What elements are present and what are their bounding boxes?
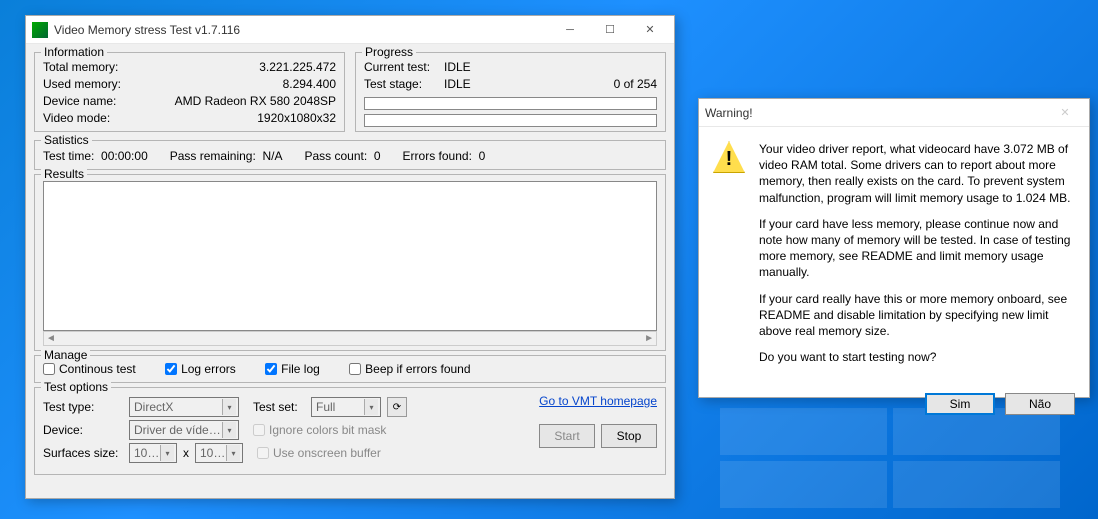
statistics-group: Satistics Test time: 00:00:00 Pass remai… xyxy=(34,140,666,170)
dialog-text: Your video driver report, what videocard… xyxy=(759,141,1075,375)
dialog-paragraph-4: Do you want to start testing now? xyxy=(759,349,1075,365)
chevron-down-icon: ▾ xyxy=(222,422,236,438)
pass-remaining-value: N/A xyxy=(262,149,282,163)
surfaces-width-combo[interactable]: 1024▾ xyxy=(129,443,177,463)
minimize-button[interactable]: ─ xyxy=(550,20,590,40)
test-stage-count: 0 of 254 xyxy=(607,77,657,92)
onscreen-buffer-checkbox: Use onscreen buffer xyxy=(257,446,381,460)
device-name-value: AMD Radeon RX 580 2048SP xyxy=(175,94,336,109)
dialog-title: Warning! xyxy=(705,106,1045,120)
manage-legend: Manage xyxy=(41,348,90,362)
close-button[interactable]: ✕ xyxy=(630,20,670,40)
used-memory-value: 8.294.400 xyxy=(283,77,336,92)
errors-found-value: 0 xyxy=(479,149,486,163)
warning-icon: ! xyxy=(713,141,745,173)
app-icon xyxy=(32,22,48,38)
pass-count-value: 0 xyxy=(374,149,381,163)
results-horizontal-scrollbar[interactable]: ◄► xyxy=(43,331,657,346)
device-combo[interactable]: Driver de vídeo prim▾ xyxy=(129,420,239,440)
window-title: Video Memory stress Test v1.7.116 xyxy=(54,23,550,37)
chevron-down-icon: ▾ xyxy=(160,445,174,461)
results-group: Results ◄► xyxy=(34,174,666,351)
surfaces-height-combo[interactable]: 1024▾ xyxy=(195,443,243,463)
test-set-label: Test set: xyxy=(253,400,305,414)
manage-group: Manage Continous test Log errors File lo… xyxy=(34,355,666,383)
device-name-label: Device name: xyxy=(43,94,116,109)
warning-dialog: Warning! ✕ ! Your video driver report, w… xyxy=(698,98,1090,398)
maximize-button[interactable]: ☐ xyxy=(590,20,630,40)
information-legend: Information xyxy=(41,45,107,59)
results-textarea[interactable] xyxy=(43,181,657,331)
information-group: Information Total memory:3.221.225.472 U… xyxy=(34,52,345,132)
current-test-value: IDLE xyxy=(444,60,478,75)
video-mode-value: 1920x1080x32 xyxy=(257,111,336,126)
chevron-down-icon: ▾ xyxy=(222,399,236,415)
stop-button[interactable]: Stop xyxy=(601,424,657,448)
file-log-checkbox[interactable]: File log xyxy=(265,362,320,376)
test-options-legend: Test options xyxy=(41,380,111,394)
test-time-value: 00:00:00 xyxy=(101,149,148,163)
beep-checkbox[interactable]: Beep if errors found xyxy=(349,362,470,376)
test-stage-value: IDLE xyxy=(444,77,478,92)
pass-count-label: Pass count: xyxy=(304,149,367,163)
vmt-homepage-link[interactable]: Go to VMT homepage xyxy=(539,394,657,408)
dialog-yes-button[interactable]: Sim xyxy=(925,393,995,415)
continuous-test-checkbox[interactable]: Continous test xyxy=(43,362,136,376)
total-memory-value: 3.221.225.472 xyxy=(259,60,336,75)
statistics-legend: Satistics xyxy=(41,133,92,147)
ignore-colors-checkbox: Ignore colors bit mask xyxy=(253,423,386,437)
dialog-close-button[interactable]: ✕ xyxy=(1045,103,1085,123)
progress-bar-2 xyxy=(364,114,657,127)
test-time-label: Test time: xyxy=(43,149,94,163)
test-type-label: Test type: xyxy=(43,400,123,414)
dialog-no-button[interactable]: Não xyxy=(1005,393,1075,415)
dialog-paragraph-2: If your card have less memory, please co… xyxy=(759,216,1075,281)
dialog-paragraph-3: If your card really have this or more me… xyxy=(759,291,1075,340)
results-legend: Results xyxy=(41,167,87,181)
current-test-label: Current test: xyxy=(364,60,438,75)
log-errors-checkbox[interactable]: Log errors xyxy=(165,362,236,376)
start-button[interactable]: Start xyxy=(539,424,595,448)
progress-bar-1 xyxy=(364,97,657,110)
device-label: Device: xyxy=(43,423,123,437)
test-set-combo[interactable]: Full▾ xyxy=(311,397,381,417)
errors-found-label: Errors found: xyxy=(403,149,472,163)
pass-remaining-label: Pass remaining: xyxy=(170,149,256,163)
refresh-button[interactable]: ⟳ xyxy=(387,397,407,417)
video-mode-label: Video mode: xyxy=(43,111,110,126)
dialog-titlebar[interactable]: Warning! ✕ xyxy=(699,99,1089,127)
chevron-down-icon: ▾ xyxy=(226,445,240,461)
test-options-group: Test options Test type: DirectX▾ Test se… xyxy=(34,387,666,475)
dialog-paragraph-1: Your video driver report, what videocard… xyxy=(759,141,1075,206)
test-type-combo[interactable]: DirectX▾ xyxy=(129,397,239,417)
test-stage-label: Test stage: xyxy=(364,77,438,92)
surfaces-x-separator: x xyxy=(183,446,189,460)
titlebar[interactable]: Video Memory stress Test v1.7.116 ─ ☐ ✕ xyxy=(26,16,674,44)
used-memory-label: Used memory: xyxy=(43,77,121,92)
total-memory-label: Total memory: xyxy=(43,60,118,75)
progress-legend: Progress xyxy=(362,45,416,59)
surfaces-size-label: Surfaces size: xyxy=(43,446,123,460)
progress-group: Progress Current test: IDLE Test stage: … xyxy=(355,52,666,132)
vmt-main-window: Video Memory stress Test v1.7.116 ─ ☐ ✕ … xyxy=(25,15,675,499)
chevron-down-icon: ▾ xyxy=(364,399,378,415)
